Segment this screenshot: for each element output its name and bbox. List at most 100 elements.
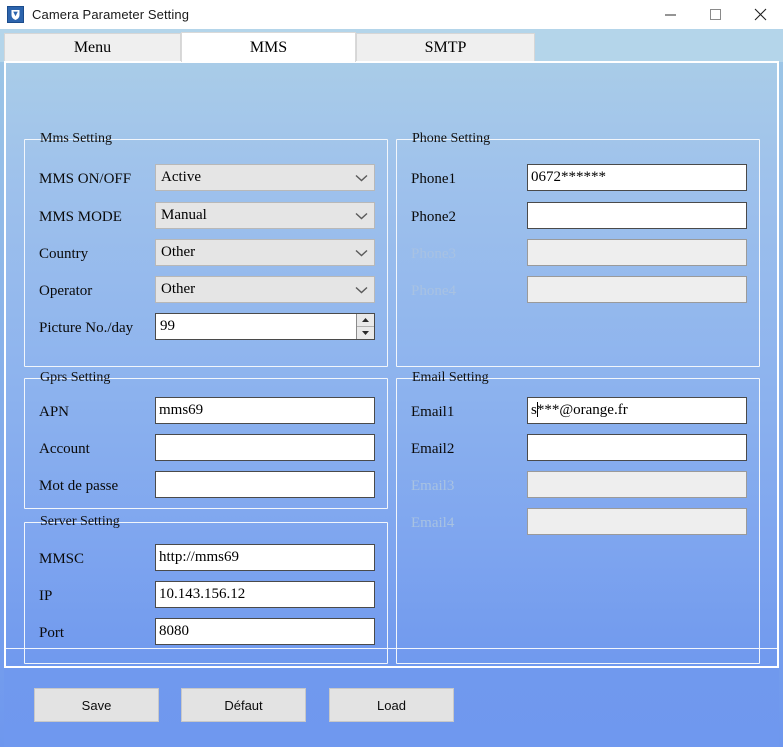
window-frame-right — [779, 29, 783, 747]
mms-tab-page: Mms Setting MMS ON/OFF Active MMS MODE M… — [4, 61, 779, 668]
label-mmsc: MMSC — [39, 551, 85, 567]
combo-country[interactable]: Other — [155, 239, 375, 266]
label-phone2: Phone2 — [411, 209, 456, 225]
group-mms-setting-title: Mms Setting — [40, 131, 112, 146]
window-title: Camera Parameter Setting — [32, 7, 190, 22]
input-password[interactable] — [155, 471, 375, 498]
combo-mms-mode-value: Manual — [161, 207, 207, 223]
camera-app-icon — [7, 6, 24, 23]
field-row-apn: APN mms69 — [25, 397, 387, 427]
input-email3 — [527, 471, 747, 498]
group-phone-setting-title: Phone Setting — [412, 131, 491, 146]
label-email4: Email4 — [411, 515, 455, 531]
group-email-setting: Email Setting Email1 s***@orange.fr Emai… — [396, 370, 760, 664]
input-port[interactable]: 8080 — [155, 618, 375, 645]
label-phone4: Phone4 — [411, 283, 456, 299]
tab-smtp-label: SMTP — [424, 39, 467, 56]
combo-mms-mode[interactable]: Manual — [155, 202, 375, 229]
control-account[interactable] — [155, 434, 375, 461]
tab-strip: Menu SMTP MMS — [0, 29, 783, 62]
spinner-down-button[interactable] — [357, 326, 374, 339]
field-row-operator: Operator Other — [25, 276, 387, 306]
control-email1[interactable]: s***@orange.fr — [527, 397, 747, 424]
field-row-phone4: Phone4 — [397, 276, 759, 306]
control-mms-onoff[interactable]: Active — [155, 164, 375, 191]
default-button[interactable]: Défaut — [181, 688, 306, 722]
control-phone4 — [527, 276, 747, 303]
label-email2: Email2 — [411, 441, 455, 457]
close-button[interactable] — [738, 0, 783, 29]
title-bar[interactable]: Camera Parameter Setting — [0, 0, 783, 29]
chevron-down-icon — [355, 165, 368, 190]
input-ip[interactable]: 10.143.156.12 — [155, 581, 375, 608]
spinner-up-button[interactable] — [357, 314, 374, 326]
field-row-phone3: Phone3 — [397, 239, 759, 269]
control-country[interactable]: Other — [155, 239, 375, 266]
field-row-email1: Email1 s***@orange.fr — [397, 397, 759, 427]
chevron-down-icon — [355, 203, 368, 228]
load-button[interactable]: Load — [329, 688, 454, 722]
input-email2[interactable] — [527, 434, 747, 461]
input-email1-value: s***@orange.fr — [531, 402, 628, 418]
control-port[interactable]: 8080 — [155, 618, 375, 645]
control-picture-per-day[interactable]: 99 — [155, 313, 375, 340]
label-port: Port — [39, 625, 65, 641]
combo-mms-onoff-value: Active — [161, 169, 201, 185]
chevron-down-icon — [355, 277, 368, 302]
save-button-label: Save — [81, 697, 112, 713]
control-ip[interactable]: 10.143.156.12 — [155, 581, 375, 608]
control-apn[interactable]: mms69 — [155, 397, 375, 424]
input-mmsc[interactable]: http://mms69 — [155, 544, 375, 571]
save-button[interactable]: Save — [34, 688, 159, 722]
control-phone3 — [527, 239, 747, 266]
combo-mms-onoff[interactable]: Active — [155, 164, 375, 191]
field-row-phone2: Phone2 — [397, 202, 759, 232]
input-apn[interactable]: mms69 — [155, 397, 375, 424]
control-phone2[interactable] — [527, 202, 747, 229]
tab-mms[interactable]: MMS — [181, 32, 356, 62]
default-button-label: Défaut — [224, 697, 263, 713]
input-phone1[interactable]: 0672****** — [527, 164, 747, 191]
label-email3: Email3 — [411, 478, 455, 494]
group-email-setting-title: Email Setting — [412, 370, 489, 385]
spinner-buttons — [356, 314, 374, 339]
field-row-picture-per-day: Picture No./day 99 — [25, 313, 387, 343]
field-row-email2: Email2 — [397, 434, 759, 464]
control-mms-mode[interactable]: Manual — [155, 202, 375, 229]
label-account: Account — [39, 441, 90, 457]
field-row-account: Account — [25, 434, 387, 464]
camera-parameter-setting-window: Camera Parameter Setting Menu SMTP MMS M… — [0, 0, 783, 747]
field-row-ip: IP 10.143.156.12 — [25, 581, 387, 611]
control-mmsc[interactable]: http://mms69 — [155, 544, 375, 571]
combo-operator-value: Other — [161, 281, 196, 297]
maximize-button[interactable] — [693, 0, 738, 29]
load-button-label: Load — [377, 697, 406, 713]
input-email1[interactable]: s***@orange.fr — [527, 397, 747, 424]
combo-operator[interactable]: Other — [155, 276, 375, 303]
group-gprs-setting-title: Gprs Setting — [40, 370, 111, 385]
control-phone1[interactable]: 0672****** — [527, 164, 747, 191]
field-row-mms-onoff: MMS ON/OFF Active — [25, 164, 387, 194]
control-email2[interactable] — [527, 434, 747, 461]
input-account[interactable] — [155, 434, 375, 461]
minimize-button[interactable] — [648, 0, 693, 29]
field-row-email4: Email4 — [397, 508, 759, 538]
input-phone2[interactable] — [527, 202, 747, 229]
field-row-mmsc: MMSC http://mms69 — [25, 544, 387, 574]
spinner-picture-per-day[interactable]: 99 — [155, 313, 375, 340]
label-password: Mot de passe — [39, 478, 119, 494]
combo-country-value: Other — [161, 244, 196, 260]
control-password[interactable] — [155, 471, 375, 498]
label-mms-mode: MMS MODE — [39, 209, 122, 225]
control-operator[interactable]: Other — [155, 276, 375, 303]
group-mms-setting: Mms Setting MMS ON/OFF Active MMS MODE M… — [24, 131, 388, 367]
field-row-password: Mot de passe — [25, 471, 387, 501]
label-mms-onoff: MMS ON/OFF — [39, 171, 132, 187]
group-phone-setting: Phone Setting Phone1 0672****** Phone2 P… — [396, 131, 760, 367]
tab-menu[interactable]: Menu — [4, 33, 181, 62]
field-row-phone1: Phone1 0672****** — [397, 164, 759, 194]
label-ip: IP — [39, 588, 53, 604]
tab-smtp[interactable]: SMTP — [356, 33, 535, 62]
spinner-picture-per-day-value: 99 — [160, 318, 175, 334]
field-row-country: Country Other — [25, 239, 387, 269]
